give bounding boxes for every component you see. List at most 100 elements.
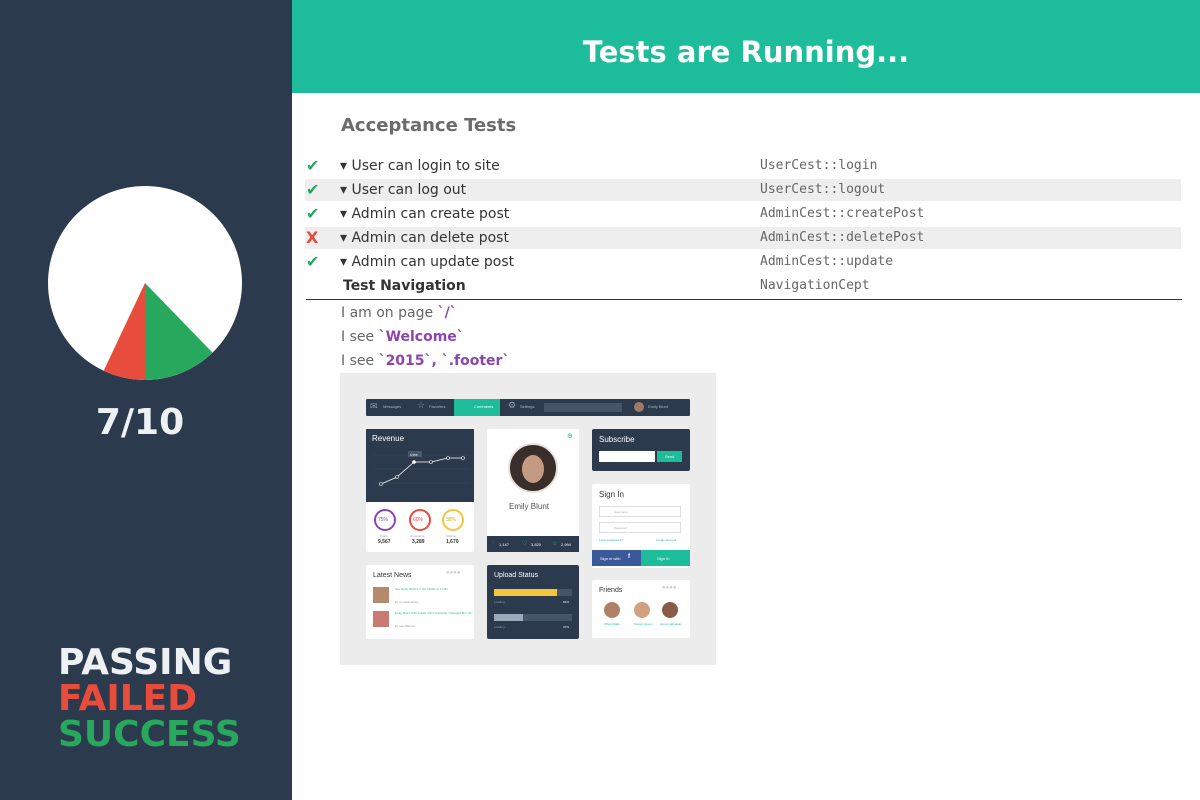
test-name[interactable]: ▾ User can login to site bbox=[340, 155, 500, 177]
profile-card: ⊕ Emily Blunt ◌ 1,147 ♡ 3,820 ☆ 2,994 bbox=[487, 429, 579, 552]
stat-value: 3,289 bbox=[412, 539, 425, 545]
test-step: I see `2015`, `.footer` bbox=[341, 353, 509, 369]
username-field: Username bbox=[599, 506, 681, 517]
stat-label: Sharing bbox=[446, 534, 457, 538]
subscribe-button: Send bbox=[657, 451, 682, 462]
test-reference: UserCest::logout bbox=[760, 182, 886, 197]
revenue-card: Revenue 6,556 75% Posts 9,567 60% Commen… bbox=[366, 429, 474, 552]
news-item-title: Emily Blunt Tells Initiate John Krasinsk… bbox=[395, 611, 473, 615]
subscribe-input bbox=[599, 451, 655, 462]
heart-icon: ♡ bbox=[522, 541, 528, 547]
upload-progress-fill bbox=[494, 614, 523, 621]
step-text: I see bbox=[341, 329, 379, 345]
upload-card: Upload Status Loading... 81% Loading... … bbox=[487, 565, 579, 639]
test-step: I see `Welcome` bbox=[341, 329, 464, 345]
revenue-title: Revenue bbox=[372, 434, 405, 443]
progress-pie-chart bbox=[48, 186, 242, 380]
step-text: I see bbox=[341, 353, 379, 369]
upload-progress-track bbox=[494, 614, 572, 621]
upload-progress-track bbox=[494, 589, 572, 596]
profile-stats-bar: ◌ 1,147 ♡ 3,820 ☆ 2,994 bbox=[487, 536, 579, 552]
current-test-reference: NavigationCept bbox=[760, 278, 870, 293]
nav-search-input bbox=[544, 403, 622, 412]
pass-check-icon: ✔ bbox=[306, 180, 320, 199]
facebook-signin-label: Sign in with bbox=[600, 556, 621, 561]
pass-check-icon: ✔ bbox=[306, 252, 320, 271]
friends-card: Friends ●●●● Olivia Wilde Steven Green A… bbox=[592, 580, 690, 638]
status-header: Tests are Running... bbox=[292, 0, 1200, 93]
signin-title: Sign In bbox=[599, 490, 624, 499]
stat-percent: 60% bbox=[413, 517, 424, 523]
avatar bbox=[634, 402, 644, 412]
test-step: I am on page `/` bbox=[341, 305, 457, 321]
test-row[interactable]: X ▾ Admin can delete post AdminCest::del… bbox=[305, 227, 1181, 249]
username-placeholder: Username bbox=[614, 510, 628, 514]
stat-label: Comments bbox=[410, 534, 425, 538]
subscribe-title: Subscribe bbox=[599, 435, 635, 444]
profile-count: 2,994 bbox=[561, 542, 572, 547]
upload-progress-fill bbox=[494, 589, 558, 596]
test-name[interactable]: ▾ Admin can delete post bbox=[340, 227, 509, 249]
test-reference: AdminCest::deletePost bbox=[760, 230, 925, 245]
test-reference: AdminCest::createPost bbox=[760, 206, 925, 221]
signin-card: Sign In Username Password Forgot passwor… bbox=[592, 484, 690, 568]
legend-failed: FAILED bbox=[58, 678, 198, 719]
suite-title: Acceptance Tests bbox=[341, 115, 517, 136]
password-placeholder: Password bbox=[614, 526, 628, 530]
create-account-link: Create account bbox=[656, 538, 677, 542]
profile-count: 1,147 bbox=[499, 542, 510, 547]
stat-percent: 75% bbox=[378, 517, 389, 523]
news-title: Latest News bbox=[373, 572, 412, 579]
friend-name: Olivia Wilde bbox=[604, 622, 620, 626]
revenue-line-chart bbox=[374, 451, 470, 486]
pass-check-icon: ✔ bbox=[306, 204, 320, 223]
current-test-row[interactable]: Test Navigation NavigationCept bbox=[305, 275, 1181, 297]
revenue-tooltip: 6,556 bbox=[410, 453, 418, 457]
envelope-icon: ✉ bbox=[370, 401, 378, 411]
nav-favorites: Favorites bbox=[429, 404, 446, 409]
nav-settings: Settings bbox=[520, 404, 535, 409]
test-name[interactable]: ▾ Admin can create post bbox=[340, 203, 509, 225]
step-argument: `/` bbox=[437, 305, 457, 321]
nav-comments: Comments bbox=[474, 404, 494, 409]
profile-count: 3,820 bbox=[531, 542, 542, 547]
status-legend: PASSING FAILED SUCCESS bbox=[58, 645, 241, 753]
test-reference: UserCest::login bbox=[760, 158, 878, 173]
subscribe-button-label: Send bbox=[665, 454, 675, 459]
friend-name: Steven Green bbox=[634, 622, 653, 626]
fail-x-icon: X bbox=[306, 228, 319, 247]
gear-icon: ⚙ bbox=[508, 400, 517, 410]
signin-submit-label: Sign In bbox=[657, 556, 670, 561]
profile-name: Emily Blunt bbox=[509, 502, 550, 511]
nav-messages: Messages bbox=[383, 404, 402, 409]
upload-progress-label: Loading... bbox=[494, 600, 508, 604]
friend-avatar bbox=[604, 602, 620, 618]
upload-title: Upload Status bbox=[494, 572, 538, 579]
stat-label: Posts bbox=[380, 534, 388, 538]
test-row[interactable]: ✔ ▾ User can log out UserCest::logout bbox=[305, 179, 1181, 201]
test-row[interactable]: ✔ ▾ Admin can update post AdminCest::upd… bbox=[305, 251, 1181, 273]
pass-check-icon: ✔ bbox=[306, 156, 320, 175]
header-title: Tests are Running... bbox=[582, 35, 910, 69]
news-item-author: by Cornelia Rossi bbox=[395, 600, 419, 604]
friend-avatar bbox=[634, 602, 650, 618]
test-reference: AdminCest::update bbox=[760, 254, 894, 269]
news-thumbnail bbox=[373, 587, 389, 603]
friend-name: Annie Hathaway bbox=[660, 622, 682, 626]
forgot-password-link: Forgot password? bbox=[599, 538, 624, 542]
facebook-icon: f bbox=[628, 554, 630, 560]
step-text: I am on page bbox=[341, 305, 438, 321]
current-test-name[interactable]: Test Navigation bbox=[343, 275, 466, 297]
profile-avatar bbox=[508, 443, 558, 493]
friend-avatar bbox=[662, 602, 678, 618]
test-row[interactable]: ✔ ▾ Admin can create post AdminCest::cre… bbox=[305, 203, 1181, 225]
test-name[interactable]: ▾ Admin can update post bbox=[340, 251, 514, 273]
test-row[interactable]: ✔ ▾ User can login to site UserCest::log… bbox=[305, 155, 1181, 177]
test-name[interactable]: ▾ User can log out bbox=[340, 179, 466, 201]
add-icon: ⊕ bbox=[567, 433, 573, 440]
legend-passing: PASSING bbox=[58, 642, 233, 683]
star-icon: ☆ bbox=[417, 400, 426, 410]
stat-value: 9,567 bbox=[378, 539, 391, 545]
signin-submit-button: Sign In bbox=[641, 550, 690, 566]
step-screenshot[interactable]: ✉ Messages ☆ Favorites Comments ⚙ Settin… bbox=[340, 373, 716, 665]
